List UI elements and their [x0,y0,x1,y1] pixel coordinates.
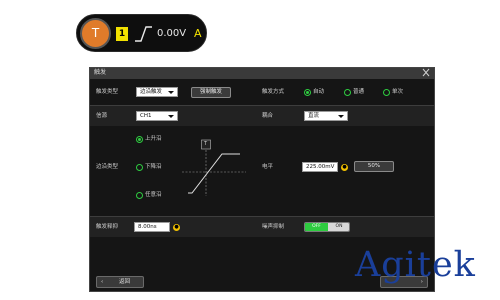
channel-badge: 1 [116,27,128,41]
trigger-type-value: 边沿触发 [140,89,163,95]
edge-rising-label: 上升沿 [145,136,162,142]
trigger-type-label: 触发类型 [96,89,119,95]
dialog-title: 触发 [94,69,107,76]
source-label: 信源 [96,113,108,119]
knob-icon[interactable]: ● [341,164,348,171]
sweep-normal-label: 普通 [353,89,365,95]
holdoff-input[interactable]: 8.00ns [134,222,170,232]
coupling-select[interactable]: 直流 [304,111,348,121]
holdoff-label: 触发释抑 [96,224,119,230]
chevron-down-icon [338,115,344,118]
noise-reject-label: 噪声抑制 [262,224,285,230]
trigger-icon: T [80,18,111,49]
coupling-label: 耦合 [262,113,274,119]
level-label: 电平 [262,164,274,170]
trigger-marker-icon: T [204,141,208,147]
rising-edge-diagram [182,139,246,196]
coupling-value: 直流 [308,113,320,119]
close-icon[interactable] [421,67,431,78]
sweep-single-label: 单次 [392,89,404,95]
level-50-percent-button[interactable]: 50% [354,161,394,172]
back-button[interactable]: ‹ 返回 [96,276,144,288]
trigger-type-select[interactable]: 边沿触发 [136,87,178,97]
level-value: 225.00mV [306,164,335,170]
trigger-level-readout: 0.00V [157,28,187,39]
level-input[interactable]: 225.00mV [302,162,338,172]
chevron-down-icon [168,91,174,94]
sweep-mode-indicator: A [194,27,202,40]
screenshot: T 1 0.00V A 触发 触发类型 边沿触发 强制触发 触发方式 自动 普通… [0,0,500,300]
sweep-auto-radio[interactable] [304,89,311,96]
sweep-auto-label: 自动 [313,89,325,95]
edge-falling-label: 下降沿 [145,164,162,170]
source-select[interactable]: CH1 [136,111,178,121]
toggle-on-segment: ON [328,223,349,231]
edge-type-label: 边沿类型 [96,164,119,170]
chevron-left-icon: ‹ [101,279,104,285]
toggle-off-segment: OFF [305,223,328,231]
dialog-titlebar: 触发 [90,68,434,79]
knob-icon[interactable]: ● [173,224,180,231]
force-trigger-button[interactable]: 强制触发 [191,87,231,98]
edge-any-label: 任意沿 [145,192,162,198]
rising-edge-icon [135,26,152,42]
back-label: 返回 [119,279,131,285]
edge-any-radio[interactable] [136,192,143,199]
sweep-single-radio[interactable] [383,89,390,96]
agitek-watermark-logo: Agitek [355,244,500,286]
sweep-mode-label: 触发方式 [262,89,285,95]
chevron-down-icon [168,115,174,118]
source-value: CH1 [140,113,152,119]
sweep-normal-radio[interactable] [344,89,351,96]
trigger-status-pill[interactable]: T 1 0.00V A [76,14,207,52]
noise-reject-toggle[interactable]: OFF ON [304,222,350,232]
holdoff-value: 8.00ns [138,224,157,230]
edge-falling-radio[interactable] [136,164,143,171]
watermark-text: Agitek [355,245,476,285]
edge-rising-radio[interactable] [136,136,143,143]
